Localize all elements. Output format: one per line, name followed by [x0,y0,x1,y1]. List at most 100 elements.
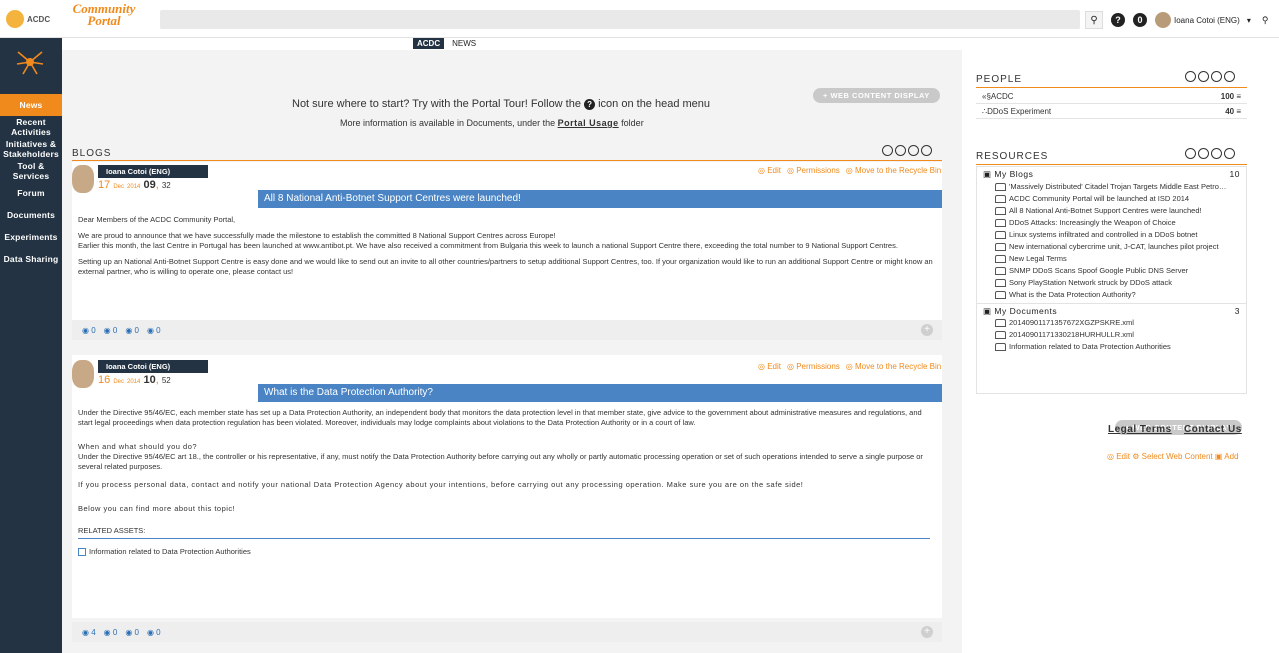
sidebar-item-tools[interactable]: Tool & Services [0,160,62,182]
comments-count[interactable]: ◉ 0 [104,628,118,637]
notifications-badge[interactable]: 0 [1133,13,1147,27]
list-item[interactable]: ∴DDoS Experiment 40 ≡ [976,104,1247,119]
people-divider [976,87,1247,88]
web-content-display-button[interactable]: + WEB CONTENT DISPLAY [813,88,940,103]
resource-item[interactable]: 20140901171357672XGZPSKRE.xml [977,317,1227,329]
portal-usage-link[interactable]: Portal Usage [558,118,619,128]
sidebar-item-data-sharing[interactable]: Data Sharing [0,248,62,270]
blogs-tools [882,145,932,156]
options-icon[interactable] [1224,71,1235,82]
legal-terms-link[interactable]: Legal Terms [1108,424,1172,435]
portal-title[interactable]: Community Portal [64,2,144,27]
sidebar-item-forum[interactable]: Forum [0,182,62,204]
post-day: 16 [98,374,111,386]
post-month: Dec [113,379,124,385]
shares-value: 0 [156,628,161,637]
avatar[interactable] [72,360,94,388]
ratings-value: 0 [134,628,139,637]
related-asset-item[interactable]: Information related to Data Protection A… [78,547,938,557]
blog-1-title[interactable]: All 8 National Anti-Botnet Support Centr… [258,190,942,208]
sidebar-item-documents[interactable]: Documents [0,204,62,226]
resource-item[interactable]: ACDC Community Portal will be launched a… [977,193,1227,205]
ratings-value: 0 [134,326,139,335]
help-icon[interactable]: ? [1111,13,1125,27]
sidebar-item-news[interactable]: News [0,94,62,116]
expand-icon[interactable]: + [921,324,933,336]
select-label: Select Web Content [1141,452,1213,461]
paragraph: If you process personal data, contact an… [78,480,804,489]
search-icon[interactable]: ⚲ [1085,11,1103,29]
edit-link[interactable]: ◎ Edit [758,166,781,175]
blog-2-stats: ◉ 4 ◉ 0 ◉ 0 ◉ 0 [82,628,161,637]
subheading: When and what should you do? [78,442,198,451]
permissions-link[interactable]: ◎ Permissions [787,166,840,175]
resource-item[interactable]: What is the Data Protection Authority? [977,289,1227,301]
rss-icon[interactable] [908,145,919,156]
sidebar-item-experiments[interactable]: Experiments [0,226,62,248]
recycle-link[interactable]: ◎ Move to the Recycle Bin [846,362,941,371]
comments-count[interactable]: ◉ 0 [104,326,118,335]
acdc-logo[interactable]: ACDC [6,6,62,32]
ratings-count[interactable]: ◉ 0 [125,326,139,335]
resource-item[interactable]: Sony PlayStation Network struck by DDoS … [977,277,1227,289]
edit-link[interactable]: ◎ Edit [758,362,781,371]
resource-item[interactable]: New international cybercrime unit, J-CAT… [977,241,1227,253]
pin-icon[interactable]: ⚲ [1262,15,1269,26]
blog-2-title[interactable]: What is the Data Protection Authority? [258,384,942,402]
edit-label: Edit [767,166,781,175]
permissions-label: Permissions [796,166,840,175]
resource-item[interactable]: SNMP DDoS Scans Spoof Google Public DNS … [977,265,1227,277]
sidebar-item-recent-activities[interactable]: Recent Activities [0,116,62,138]
group-icon[interactable] [1198,71,1209,82]
add-icon[interactable] [895,145,906,156]
author-name[interactable]: Ioana Cotoi (ENG) [98,165,208,178]
resource-item[interactable]: DDoS Attacks: Increasingly the Weapon of… [977,217,1227,229]
shares-count[interactable]: ◉ 0 [147,326,161,335]
list-item[interactable]: «§ACDC 100 ≡ [976,89,1247,104]
select-web-content-link[interactable]: ⚙ Select Web Content [1132,452,1212,461]
user-icon[interactable] [1185,71,1196,82]
my-documents-header[interactable]: ▣ My Documents 3 [977,303,1246,317]
ratings-count[interactable]: ◉ 0 [125,628,139,637]
contact-us-link[interactable]: Contact Us [1184,424,1242,435]
avatar[interactable] [72,165,94,193]
sidebar: News Recent Activities Initiatives & Sta… [0,38,62,653]
recycle-label: Move to the Recycle Bin [854,362,942,371]
options-icon[interactable] [921,145,932,156]
edit-label: Edit [767,362,781,371]
author-name[interactable]: Ioana Cotoi (ENG) [98,360,208,373]
blog-2-body: Under the Directive 95/46/EC, each membe… [78,408,938,557]
sidebar-item-initiatives[interactable]: Initiatives & Stakeholders [0,138,62,160]
my-documents-count: 3 [1234,306,1240,316]
settings-icon[interactable] [882,145,893,156]
resource-item[interactable]: 20140901171330218HURHULLR.xml [977,329,1227,341]
expand-icon[interactable]: + [921,626,933,638]
folder-icon-label: ▣ My Blogs [983,169,1034,179]
options-icon[interactable] [1224,148,1235,159]
resource-item[interactable]: Linux systems infiltrated and controlled… [977,229,1227,241]
network-hub-icon[interactable] [14,48,46,76]
resource-item[interactable]: Information related to Data Protection A… [977,341,1227,353]
logo-text: ACDC [27,14,51,24]
resource-item[interactable]: All 8 National Anti-Botnet Support Centr… [977,205,1227,217]
add-link[interactable]: ▣ Add [1215,452,1239,461]
globe-icon[interactable] [1198,148,1209,159]
breadcrumb-tabs: ACDC NEWS [413,38,480,49]
add-icon[interactable] [1185,148,1196,159]
recycle-link[interactable]: ◎ Move to the Recycle Bin [846,166,941,175]
resource-item[interactable]: New Legal Terms [977,253,1227,265]
views-count[interactable]: ◉ 4 [82,628,96,637]
search-bar[interactable] [160,10,1080,29]
views-count[interactable]: ◉ 0 [82,326,96,335]
permissions-link[interactable]: ◎ Permissions [787,362,840,371]
globe-icon[interactable] [1211,71,1222,82]
edit-icon[interactable] [1211,148,1222,159]
tab-acdc[interactable]: ACDC [413,38,445,49]
tab-news[interactable]: NEWS [448,38,480,49]
resource-item[interactable]: 'Massively Distributed' Citadel Trojan T… [977,181,1227,193]
my-blogs-header[interactable]: ▣ My Blogs 10 [977,167,1246,181]
edit-link[interactable]: ◎ Edit [1107,452,1130,461]
community-name: ∴DDoS Experiment [982,107,1052,116]
shares-count[interactable]: ◉ 0 [147,628,161,637]
user-menu[interactable]: Ioana Cotoi (ENG) ▾ ⚲ [1155,12,1268,28]
